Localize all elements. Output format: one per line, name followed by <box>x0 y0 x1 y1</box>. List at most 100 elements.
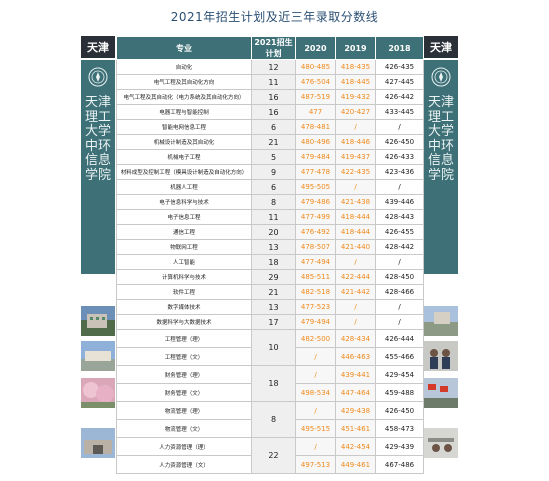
cell-major: 电气工程及其自动化方向 <box>116 74 252 90</box>
table-row: 数字媒体技术 13 477-523 / / <box>116 299 424 315</box>
cell-2018: / <box>375 254 424 270</box>
admission-score-table: 专业 2021招生计划 2020 2019 2018 自动化 12 480-48… <box>116 36 424 474</box>
cell-major: 智能电网信息工程 <box>116 119 252 135</box>
page-title: 2021年招生计划及近三年录取分数线 <box>170 10 379 24</box>
cell-2019: 447-464 <box>335 383 376 402</box>
cell-major: 计算机科学与技术 <box>116 269 252 285</box>
cell-2020: 482-518 <box>295 284 336 300</box>
cell-2018: 426-435 <box>375 59 424 75</box>
cell-2018: 458-473 <box>375 419 424 438</box>
cell-plan: 11 <box>251 74 296 90</box>
cell-2019: 451-461 <box>335 419 376 438</box>
table-row: 通信工程 20 476-492 418-444 426-455 <box>116 224 424 240</box>
cell-2020: 498-534 <box>295 383 336 402</box>
cell-major: 电子信息工程 <box>116 209 252 225</box>
campus-photo-lab <box>424 428 458 458</box>
school-banner-right: 天津理工大学中环信息学院 <box>424 60 458 274</box>
cell-2019: / <box>335 254 376 270</box>
cell-plan: 5 <box>251 149 296 165</box>
table-row: 数据科学与大数据技术 17 479-494 / / <box>116 314 424 330</box>
cell-2020: / <box>295 401 336 420</box>
cell-plan: 21 <box>251 284 296 300</box>
cell-major: 自动化 <box>116 59 252 75</box>
campus-photo-students <box>424 341 458 371</box>
school-name-vertical-left: 天津理工大学中环信息学院 <box>85 95 112 183</box>
cell-major: 财务管理（理） <box>116 365 252 384</box>
cell-major: 工程管理（文） <box>116 347 252 366</box>
cell-2019: 421-440 <box>335 239 376 255</box>
cell-2018: 428-450 <box>375 269 424 285</box>
table-row: 机械设计制造及其自动化 21 480-496 418-446 426-450 <box>116 134 424 150</box>
cell-2020: 479-484 <box>295 149 336 165</box>
cell-2019: / <box>335 299 376 315</box>
cell-2020: 477-494 <box>295 254 336 270</box>
cell-major: 机器人工程 <box>116 179 252 195</box>
cell-2020: 479-494 <box>295 314 336 330</box>
column-header-2019: 2019 <box>335 36 376 60</box>
cell-2020: / <box>295 365 336 384</box>
cell-plan: 13 <box>251 299 296 315</box>
cell-2018: 455-466 <box>375 347 424 366</box>
cell-2019: 428-434 <box>335 329 376 348</box>
cell-2018: 439-446 <box>375 194 424 210</box>
cell-2018: 459-488 <box>375 383 424 402</box>
cell-2018: 429-454 <box>375 365 424 384</box>
table-row: 材料成型及控制工程（模具设计制造及自动化方向） 9 477-478 422-43… <box>116 164 424 180</box>
cell-2020: 480-496 <box>295 134 336 150</box>
left-side-banner: 天津 天津理工大学中环信息学院 <box>81 36 115 274</box>
cell-major: 物流管理（文） <box>116 419 252 438</box>
cell-2018: 428-466 <box>375 284 424 300</box>
table-row: 机械电子工程 5 479-484 419-437 426-433 <box>116 149 424 165</box>
region-label-left: 天津 <box>81 36 115 58</box>
cell-major: 物流管理（理） <box>116 401 252 420</box>
cell-2019: 442-454 <box>335 437 376 456</box>
cell-2020: 477-478 <box>295 164 336 180</box>
cell-plan: 8 <box>251 194 296 210</box>
cell-plan: 29 <box>251 269 296 285</box>
cell-2020: 495-515 <box>295 419 336 438</box>
cell-2020: 477 <box>295 104 336 120</box>
table-row: 电子信息科学与技术 8 479-486 421-438 439-446 <box>116 194 424 210</box>
cell-plan: 21 <box>251 134 296 150</box>
cell-plan: 13 <box>251 239 296 255</box>
cell-2018: 426-455 <box>375 224 424 240</box>
cell-major: 软件工程 <box>116 284 252 300</box>
table-row: 电器工程与智能控制 16 477 420-427 433-445 <box>116 104 424 120</box>
cell-2020: 482-500 <box>295 329 336 348</box>
cell-2018: / <box>375 179 424 195</box>
cell-2020: / <box>295 347 336 366</box>
cell-2019: 419-437 <box>335 149 376 165</box>
cell-2018: 426-450 <box>375 401 424 420</box>
table-row: 物联网工程 13 478-507 421-440 428-442 <box>116 239 424 255</box>
cell-2019: 418-446 <box>335 134 376 150</box>
right-side-banner: 天津 天津理工大学中环信息学院 <box>424 36 458 274</box>
cell-major: 工程管理（理） <box>116 329 252 348</box>
cell-major: 人力资源管理（理） <box>116 437 252 456</box>
cell-plan: 17 <box>251 314 296 330</box>
table-row: 智能电网信息工程 6 478-481 / / <box>116 119 424 135</box>
cell-2020: 478-481 <box>295 119 336 135</box>
cell-2019: 418-445 <box>335 74 376 90</box>
cell-2019: 446-463 <box>335 347 376 366</box>
cell-major: 机械设计制造及其自动化 <box>116 134 252 150</box>
cell-major: 材料成型及控制工程（模具设计制造及自动化方向） <box>116 164 252 180</box>
table-row: 人工智能 18 477-494 / / <box>116 254 424 270</box>
cell-plan-merged: 18 <box>251 365 296 402</box>
cell-2020: 479-486 <box>295 194 336 210</box>
cell-plan: 6 <box>251 119 296 135</box>
cell-2019: 419-432 <box>335 89 376 105</box>
cell-plan: 6 <box>251 179 296 195</box>
cell-2019: 422-444 <box>335 269 376 285</box>
cell-plan: 20 <box>251 224 296 240</box>
column-header-major: 专业 <box>116 36 252 60</box>
cell-plan: 16 <box>251 104 296 120</box>
cell-major: 财务管理（文） <box>116 383 252 402</box>
campus-photo-flags <box>424 378 458 408</box>
table-header-row: 专业 2021招生计划 2020 2019 2018 <box>116 36 424 60</box>
school-emblem-icon <box>431 67 451 87</box>
cell-2019: 418-444 <box>335 224 376 240</box>
cell-2019: / <box>335 179 376 195</box>
school-name-vertical-right: 天津理工大学中环信息学院 <box>428 95 455 183</box>
school-emblem-icon <box>88 67 108 87</box>
cell-plan-merged: 10 <box>251 329 296 366</box>
